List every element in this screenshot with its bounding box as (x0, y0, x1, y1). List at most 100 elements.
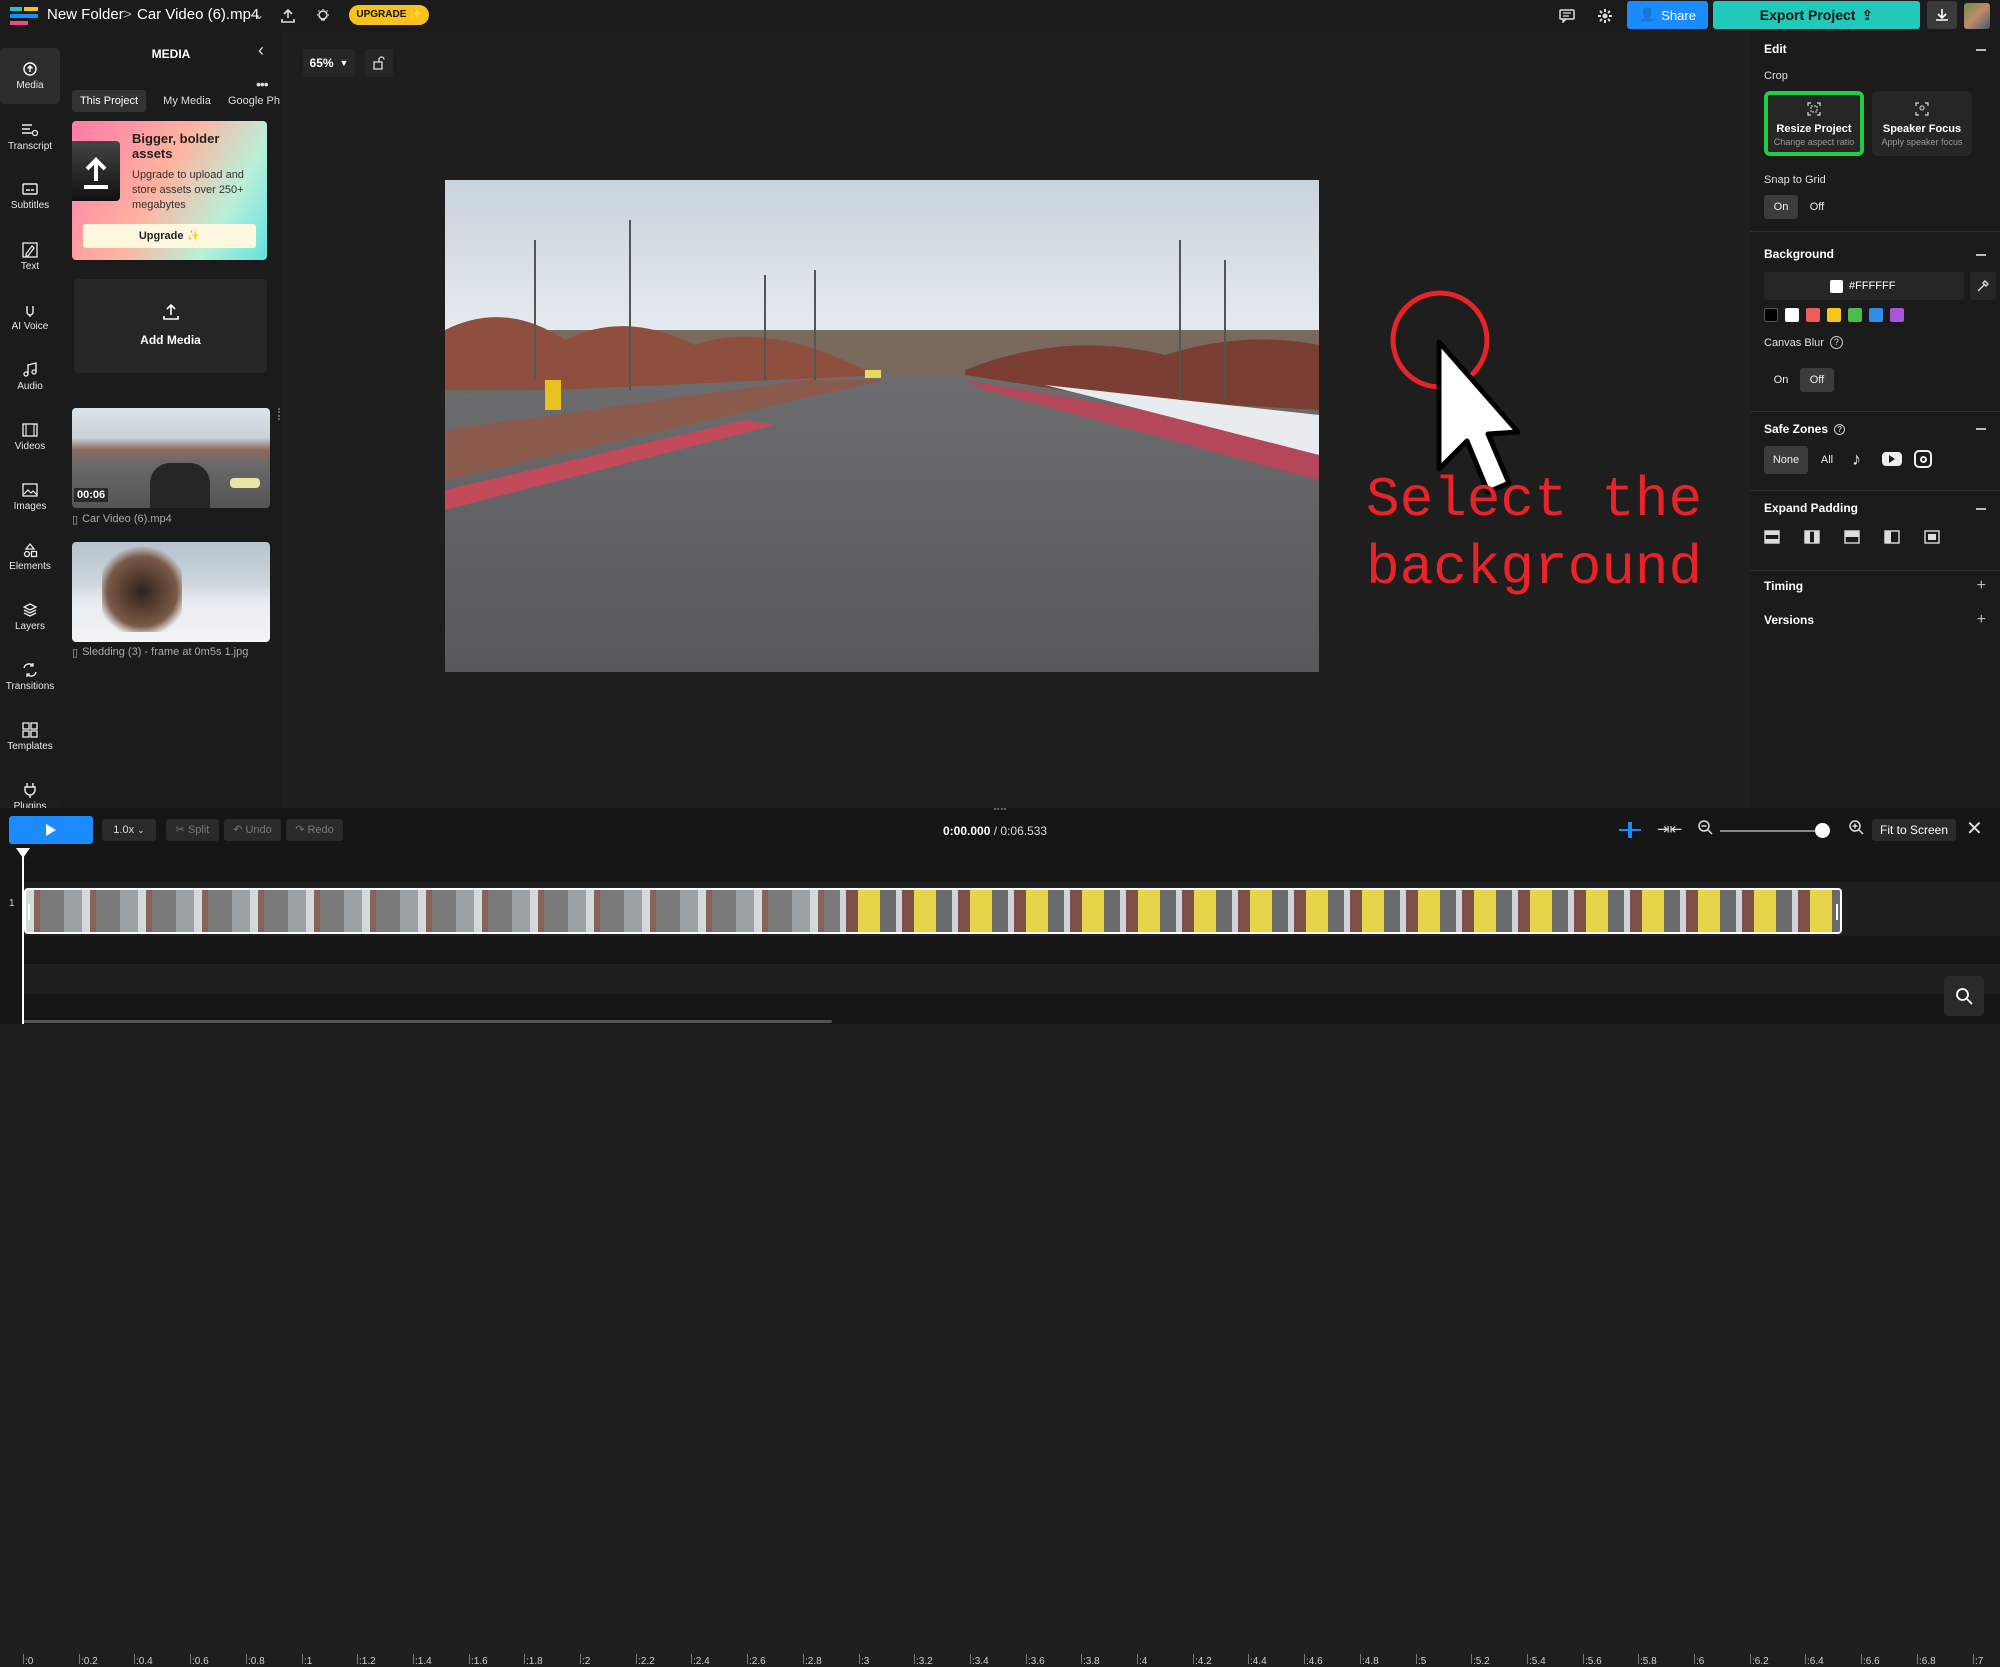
snap-magnet-icon[interactable] (1619, 822, 1641, 838)
expand-versions-icon[interactable]: + (1977, 612, 1986, 628)
gear-icon[interactable] (1594, 5, 1616, 27)
add-media-button[interactable]: Add Media (74, 279, 267, 373)
rail-item-videos[interactable]: Videos (0, 409, 60, 465)
rail-item-text[interactable]: Text (0, 229, 60, 285)
redo-button[interactable]: ↷ Redo (286, 819, 343, 841)
share-button[interactable]: 👤 Share (1627, 1, 1708, 29)
help-icon[interactable]: ? (1834, 423, 1846, 435)
expand-timing-icon[interactable]: + (1977, 578, 1986, 594)
more-tabs-icon[interactable]: ••• (256, 76, 269, 92)
resize-project-button[interactable]: Resize Project Change aspect ratio (1764, 91, 1864, 156)
tiktok-icon[interactable]: ♪ (1852, 449, 1861, 470)
background-color-input[interactable]: #FFFFFF (1764, 272, 1964, 300)
avatar[interactable] (1964, 3, 1990, 29)
fit-width-icon[interactable]: ⇥⇤ (1657, 820, 1682, 838)
collapse-panel-icon[interactable]: ‹ (258, 40, 264, 61)
tab-my-media[interactable]: My Media (154, 90, 220, 112)
chevron-down-icon[interactable]: ⌄ (254, 0, 264, 32)
swatch-blue[interactable] (1869, 308, 1883, 322)
zoom-slider-track[interactable] (1720, 830, 1830, 832)
lightbulb-icon[interactable] (312, 5, 334, 27)
export-project-button[interactable]: Export Project ⇪ (1713, 1, 1920, 29)
play-button[interactable] (9, 816, 93, 844)
padding-bottom-icon[interactable] (1844, 530, 1860, 544)
versions-heading[interactable]: Versions (1764, 613, 1814, 627)
padding-side-icon[interactable] (1884, 530, 1900, 544)
close-timeline-icon[interactable]: ✕ (1966, 816, 1983, 841)
breadcrumb-folder[interactable]: New Folder (47, 0, 124, 32)
swatch-yellow[interactable] (1827, 308, 1841, 322)
clip-trim-handle-left[interactable] (28, 904, 30, 920)
speaker-title: Speaker Focus (1882, 123, 1962, 135)
lock-icon[interactable] (365, 49, 393, 77)
zoom-out-icon[interactable] (1697, 819, 1713, 840)
help-icon[interactable]: ? (1829, 336, 1843, 349)
zoom-slider-thumb[interactable] (1815, 823, 1830, 838)
upload-icon[interactable] (277, 5, 299, 27)
eyedropper-icon[interactable] (1970, 272, 1996, 300)
rail-item-templates[interactable]: Templates (0, 709, 60, 765)
video-clip[interactable] (24, 888, 1842, 934)
padding-all-icon[interactable] (1924, 530, 1940, 544)
canvas-blur-off-toggle[interactable]: Off (1800, 368, 1834, 392)
padding-top-bottom-icon[interactable] (1764, 530, 1780, 544)
swatch-purple[interactable] (1890, 308, 1904, 322)
tab-this-project[interactable]: This Project (72, 90, 146, 112)
clip-trim-handle-right[interactable] (1836, 904, 1838, 920)
rail-item-images[interactable]: Images (0, 469, 60, 525)
speed-dropdown[interactable]: 1.0x ⌄ (102, 819, 156, 841)
swatch-black[interactable] (1764, 308, 1778, 322)
zoom-in-icon[interactable] (1848, 819, 1864, 840)
timeline-scrollbar[interactable] (22, 1020, 832, 1023)
collapse-edit-icon[interactable] (1976, 49, 1986, 51)
collapse-padding-icon[interactable] (1976, 508, 1986, 510)
video-preview[interactable] (445, 180, 1319, 672)
safe-zone-none[interactable]: None (1764, 446, 1808, 474)
safe-zone-all[interactable]: All (1810, 446, 1844, 474)
comment-icon[interactable] (1556, 5, 1578, 27)
panel-resize-handle[interactable] (278, 408, 281, 420)
search-icon[interactable] (1944, 976, 1984, 1016)
media-thumbnail-car-video[interactable]: 00:06 (72, 408, 270, 508)
canvas-blur-on-toggle[interactable]: On (1764, 368, 1798, 392)
app-logo[interactable] (10, 7, 38, 25)
media-thumbnail-sledding[interactable] (72, 542, 270, 642)
swatch-green[interactable] (1848, 308, 1862, 322)
subtitles-icon (22, 183, 38, 195)
undo-button[interactable]: ↶ Undo (224, 819, 281, 841)
padding-left-right-icon[interactable] (1804, 530, 1820, 544)
track-number: 1 (9, 898, 15, 909)
rail-item-audio[interactable]: Audio (0, 349, 60, 405)
timing-heading[interactable]: Timing (1764, 579, 1803, 593)
time-ruler[interactable] (0, 844, 2000, 864)
split-button[interactable]: ✂ Split (166, 819, 219, 841)
instagram-icon[interactable] (1914, 450, 1932, 468)
speaker-focus-button[interactable]: Speaker Focus Apply speaker focus (1872, 91, 1972, 156)
rail-item-ai-voice[interactable]: AI Voice (0, 289, 60, 345)
download-button[interactable] (1927, 1, 1957, 29)
rail-item-elements[interactable]: Elements (0, 529, 60, 585)
canvas-stage[interactable]: 65% ▼ Select the background (284, 32, 1748, 808)
snap-off-toggle[interactable]: Off (1800, 195, 1834, 219)
collapse-background-icon[interactable] (1976, 254, 1986, 256)
swatch-red[interactable] (1806, 308, 1820, 322)
collapse-safe-zones-icon[interactable] (1976, 428, 1986, 430)
zoom-dropdown[interactable]: 65% ▼ (303, 49, 355, 77)
playhead[interactable] (16, 848, 30, 1024)
tab-google-photos[interactable]: Google Ph (228, 90, 282, 112)
timeline-resize-handle[interactable] (994, 808, 1006, 812)
fit-to-screen-button[interactable]: Fit to Screen (1872, 819, 1956, 841)
resize-subtitle: Change aspect ratio (1773, 137, 1855, 147)
promo-upgrade-button[interactable]: Upgrade ✨ (83, 224, 256, 248)
youtube-icon[interactable] (1882, 452, 1902, 466)
rail-item-transcript[interactable]: Transcript (0, 109, 60, 165)
rail-item-transitions[interactable]: Transitions (0, 649, 60, 705)
snap-on-toggle[interactable]: On (1764, 195, 1798, 219)
project-name[interactable]: Car Video (6).mp4 (137, 0, 259, 32)
rail-item-media[interactable]: Media (0, 48, 60, 104)
swatch-white[interactable] (1785, 308, 1799, 322)
ruler-tick (1917, 1654, 1918, 1664)
rail-item-layers[interactable]: Layers (0, 589, 60, 645)
upgrade-button[interactable]: UPGRADE ✨ (349, 5, 429, 25)
rail-item-subtitles[interactable]: Subtitles (0, 169, 60, 225)
